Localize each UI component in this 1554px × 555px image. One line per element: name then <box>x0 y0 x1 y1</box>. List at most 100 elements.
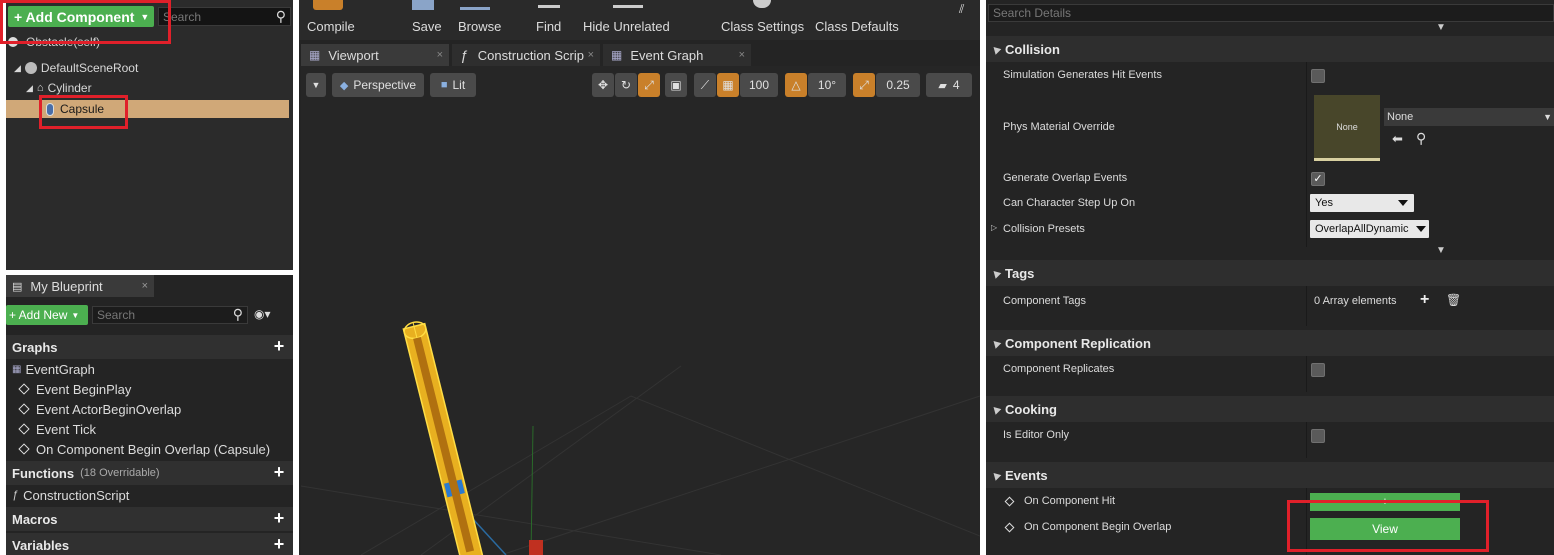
on-overlap-row: On Component Begin Overlap View <box>986 518 1554 541</box>
grid-snap-value[interactable]: 100 <box>740 73 778 97</box>
tab-my-blueprint[interactable]: ▤ My Blueprint × <box>6 275 154 297</box>
search-placeholder: Search <box>97 308 136 322</box>
sim-hit-checkbox[interactable] <box>1311 69 1325 83</box>
components-search-input[interactable]: Search ⚲ <box>158 7 291 26</box>
close-icon[interactable]: × <box>142 280 148 292</box>
tree-item-defaultsceneroot[interactable]: ◢ DefaultSceneRoot <box>14 59 138 77</box>
rotate-tool-button[interactable]: ↻ <box>615 73 637 97</box>
macros-header[interactable]: Macros + <box>6 507 293 531</box>
presets-dropdown[interactable]: OverlapAllDynamic <box>1310 220 1429 238</box>
collision-header[interactable]: Collision <box>986 36 1554 62</box>
expand-triangle-icon[interactable]: ▷ <box>991 223 997 232</box>
on-hit-button-label: + <box>1381 496 1389 508</box>
collapse-arrow-icon[interactable]: ▼ <box>1436 22 1446 33</box>
chevron-down-icon: ▼ <box>140 11 150 22</box>
graph-item-label: Event Tick <box>36 421 96 437</box>
on-overlap-view-button[interactable]: View <box>1310 518 1460 540</box>
graph-item-eventtick[interactable]: Event Tick <box>18 420 96 438</box>
tree-item-capsule[interactable]: Capsule <box>6 100 289 118</box>
use-selected-arrow-icon[interactable]: ⬅ <box>1392 131 1403 147</box>
scale-snap-value[interactable]: 0.25 <box>876 73 920 97</box>
mesh-icon: ⌂ <box>36 82 44 94</box>
presets-row: ▷ Collision Presets OverlapAllDynamic <box>986 220 1554 243</box>
cooking-header[interactable]: Cooking <box>986 396 1554 422</box>
chevron-down-icon: ▼ <box>311 80 321 90</box>
visibility-eye-icon[interactable]: ◉▾ <box>254 307 271 321</box>
graphs-header[interactable]: Graphs + <box>6 335 293 359</box>
advanced-arrow-icon[interactable]: ▼ <box>1436 245 1446 256</box>
variables-header[interactable]: Variables + <box>6 533 293 555</box>
viewport-options-button[interactable]: ▼ <box>306 73 326 97</box>
lit-button[interactable]: ■ Lit <box>430 73 476 97</box>
expand-toolbar-icon[interactable]: ⫽ <box>959 2 964 17</box>
collapse-triangle-icon <box>990 267 1002 279</box>
scale-tool-button[interactable]: ⤢ <box>638 73 660 97</box>
replicates-label: Component Replicates <box>1003 363 1115 375</box>
class-settings-button[interactable]: Class Settings <box>717 0 807 40</box>
functions-header[interactable]: Functions (18 Overridable) + <box>6 461 293 485</box>
phys-material-dropdown[interactable]: None ▼ <box>1384 108 1554 126</box>
replicates-checkbox[interactable] <box>1311 363 1325 377</box>
editor-only-checkbox[interactable] <box>1311 429 1325 443</box>
tree-item-cylinder[interactable]: ◢ ⌂ Cylinder <box>26 79 92 97</box>
hide-unrelated-button[interactable]: Hide Unrelated <box>579 0 679 40</box>
camera-speed-button[interactable]: ▰ 4 <box>926 73 972 97</box>
gen-overlap-label: Generate Overlap Events <box>1003 172 1128 184</box>
scale-snap-toggle[interactable]: ⤢ <box>853 73 875 97</box>
tags-header[interactable]: Tags <box>986 260 1554 286</box>
function-item-constructionscript[interactable]: ƒ ConstructionScript <box>12 486 129 504</box>
add-new-button[interactable]: + Add New ▼ <box>6 305 88 325</box>
coordinate-space-button[interactable]: ▣ <box>665 73 687 97</box>
add-variable-button[interactable]: + <box>271 535 287 553</box>
events-header[interactable]: Events <box>986 462 1554 488</box>
graph-item-actorbeginoverlap[interactable]: Event ActorBeginOverlap <box>18 400 182 418</box>
blueprint-search-input[interactable]: Search ⚲ <box>92 306 248 324</box>
rotation-snap-value[interactable]: 10° <box>808 73 846 97</box>
viewport-canvas[interactable]: ▼ ◆ Perspective ■ Lit ✥ ↻ ⤢ ▣ ⟋ ▦ 100 △ … <box>301 66 980 555</box>
add-component-button[interactable]: + Add Component ▼ <box>8 6 154 27</box>
step-up-dropdown[interactable]: Yes <box>1310 194 1414 212</box>
self-label: Obstacle(self) <box>26 35 101 49</box>
close-icon[interactable]: × <box>739 49 745 61</box>
tab-event-graph[interactable]: ▦ Event Graph × <box>603 44 751 66</box>
scale-icon: ⤢ <box>644 77 654 92</box>
add-element-plus-icon[interactable]: + <box>1420 291 1429 309</box>
graph-item-beginplay[interactable]: Event BeginPlay <box>18 380 131 398</box>
browse-button[interactable]: Browse <box>454 0 504 40</box>
replication-header[interactable]: Component Replication <box>986 330 1554 356</box>
add-graph-button[interactable]: + <box>271 337 287 355</box>
compile-button[interactable]: Compile <box>303 0 363 40</box>
cooking-header-label: Cooking <box>1005 401 1057 417</box>
trash-icon[interactable]: 🗑 <box>1446 293 1461 307</box>
graph-item-eventgraph[interactable]: ▦ EventGraph <box>12 360 95 378</box>
class-defaults-button[interactable]: Class Defaults <box>811 0 901 40</box>
close-icon[interactable]: × <box>588 49 594 61</box>
close-icon[interactable]: × <box>437 49 443 61</box>
hide-unrelated-icon <box>613 0 643 8</box>
add-function-button[interactable]: + <box>271 463 287 481</box>
grid-snap-toggle[interactable]: ▦ <box>717 73 739 97</box>
rotation-snap-toggle[interactable]: △ <box>785 73 807 97</box>
self-row[interactable]: Obstacle(self) <box>8 33 100 51</box>
on-hit-label: On Component Hit <box>1024 495 1116 507</box>
save-button[interactable]: Save <box>404 0 448 40</box>
hide-unrelated-label: Hide Unrelated <box>583 19 670 34</box>
graphs-header-label: Graphs <box>12 339 58 355</box>
graph-item-label: Event ActorBeginOverlap <box>36 401 182 417</box>
on-hit-add-button[interactable]: + <box>1310 493 1460 511</box>
event-diamond-icon <box>18 403 30 415</box>
tab-construction-script[interactable]: ƒ Construction Scrip × <box>452 44 600 66</box>
tab-label: My Blueprint <box>30 278 103 294</box>
translate-tool-button[interactable]: ✥ <box>592 73 614 97</box>
browse-search-icon[interactable]: ⚲ <box>1416 130 1426 147</box>
surface-snap-button[interactable]: ⟋ <box>694 73 716 97</box>
details-search-input[interactable]: Search Details <box>988 4 1554 22</box>
find-button[interactable]: Find <box>532 0 568 40</box>
phys-material-thumbnail[interactable]: None <box>1314 95 1380 161</box>
tab-viewport[interactable]: ▦ Viewport × <box>301 44 449 66</box>
capsule-icon <box>46 102 54 116</box>
perspective-button[interactable]: ◆ Perspective <box>332 73 424 97</box>
gen-overlap-checkbox[interactable]: ✓ <box>1311 172 1325 186</box>
add-macro-button[interactable]: + <box>271 509 287 527</box>
graph-item-componentbeginoverlap[interactable]: On Component Begin Overlap (Capsule) <box>18 440 270 458</box>
